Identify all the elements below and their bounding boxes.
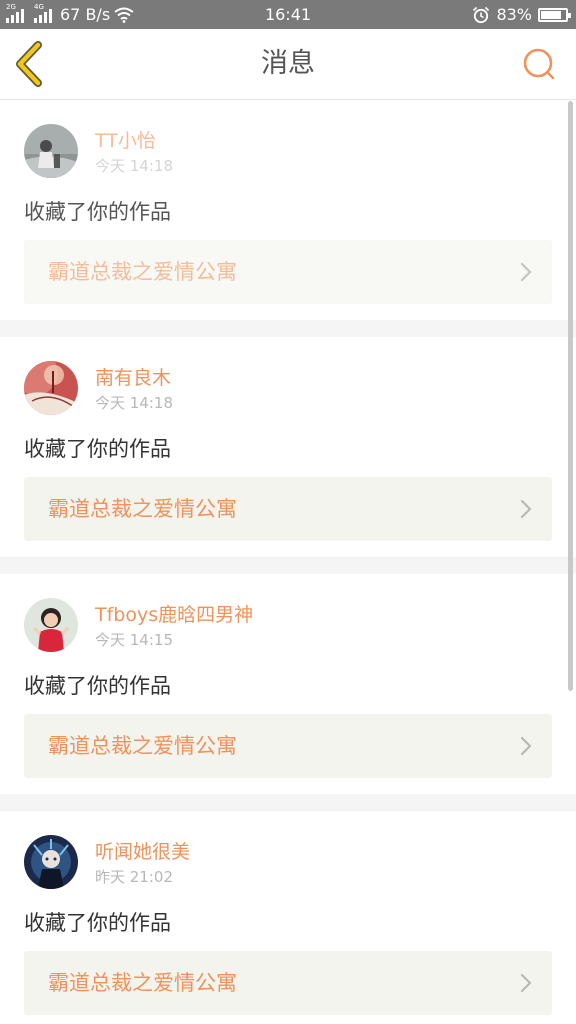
battery-level — [541, 10, 561, 19]
status-right: 83% — [472, 4, 571, 25]
action-text: 收藏了你的作品 — [24, 437, 171, 461]
message-card[interactable]: 南有良木 今天 14:18 收藏了你的作品 霸道总裁之爱情公寓 — [0, 337, 576, 557]
message-card[interactable]: TT小怡 今天 14:18 收藏了你的作品 霸道总裁之爱情公寓 — [0, 100, 576, 320]
chevron-right-icon — [520, 973, 532, 993]
work-title: 霸道总裁之爱情公寓 — [48, 260, 237, 284]
scrollbar[interactable] — [568, 101, 573, 691]
search-icon — [523, 48, 555, 80]
avatar[interactable] — [24, 835, 78, 889]
chevron-right-icon — [520, 736, 532, 756]
battery-percent: 83% — [496, 5, 532, 24]
chevron-right-icon — [520, 262, 532, 282]
timestamp: 昨天 21:02 — [95, 868, 173, 886]
alarm-clock-icon — [473, 6, 490, 23]
username[interactable]: TT小怡 — [95, 126, 156, 153]
work-title: 霸道总裁之爱情公寓 — [48, 734, 237, 758]
action-text: 收藏了你的作品 — [24, 200, 171, 224]
avatar[interactable] — [24, 124, 78, 178]
timestamp: 今天 14:18 — [95, 157, 173, 175]
action-text: 收藏了你的作品 — [24, 674, 171, 698]
work-link[interactable]: 霸道总裁之爱情公寓 — [24, 477, 552, 541]
work-link[interactable]: 霸道总裁之爱情公寓 — [24, 714, 552, 778]
avatar[interactable] — [24, 598, 78, 652]
avatar[interactable] — [24, 361, 78, 415]
username[interactable]: 南有良木 — [95, 363, 171, 390]
work-title: 霸道总裁之爱情公寓 — [48, 497, 237, 521]
timestamp: 今天 14:18 — [95, 394, 173, 412]
page-title: 消息 — [261, 48, 315, 79]
search-button[interactable] — [520, 45, 558, 83]
message-card[interactable]: 听闻她很美 昨天 21:02 收藏了你的作品 霸道总裁之爱情公寓 — [0, 811, 576, 1024]
battery-icon — [538, 7, 571, 22]
action-text: 收藏了你的作品 — [24, 911, 171, 935]
chevron-right-icon — [520, 499, 532, 519]
work-title: 霸道总裁之爱情公寓 — [48, 971, 237, 995]
work-link[interactable]: 霸道总裁之爱情公寓 — [24, 240, 552, 304]
username[interactable]: 听闻她很美 — [95, 837, 190, 864]
message-card[interactable]: Tfboys鹿晗四男神 今天 14:15 收藏了你的作品 霸道总裁之爱情公寓 — [0, 574, 576, 794]
work-link[interactable]: 霸道总裁之爱情公寓 — [24, 951, 552, 1015]
username[interactable]: Tfboys鹿晗四男神 — [95, 600, 253, 627]
status-bar: 2G 4G 67 B/s 16:41 83% — [0, 0, 576, 29]
app-header: 消息 — [0, 29, 576, 100]
timestamp: 今天 14:15 — [95, 631, 173, 649]
